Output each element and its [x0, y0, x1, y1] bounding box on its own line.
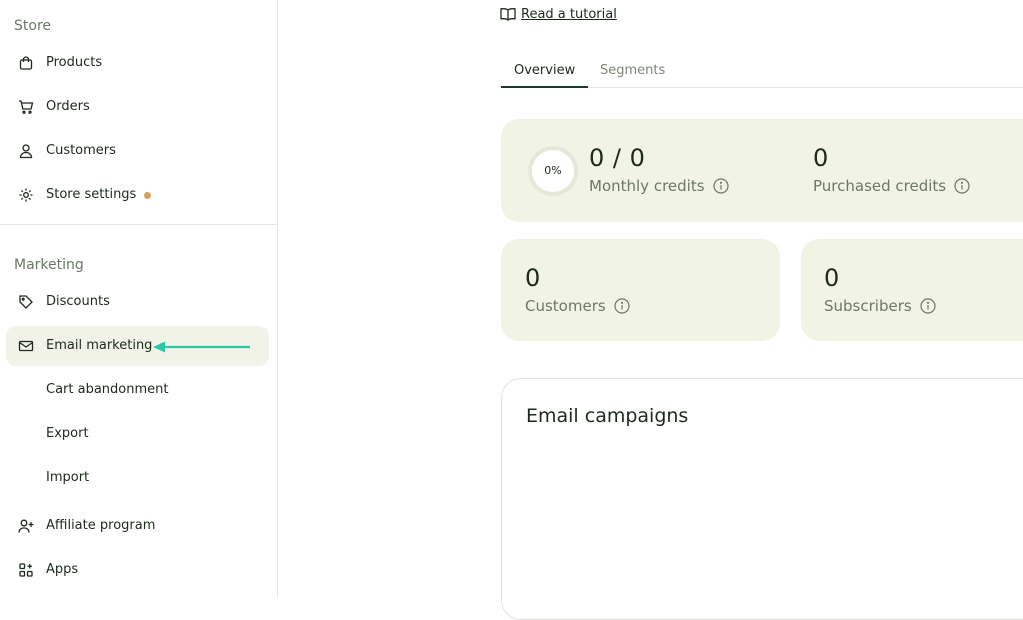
- tutorial-label: Read a tutorial: [521, 6, 617, 22]
- subscribers-card: 0 Subscribers: [801, 239, 1023, 341]
- sidebar-item-export[interactable]: Export: [6, 414, 269, 454]
- email-campaigns-title: Email campaigns: [526, 405, 689, 427]
- monthly-credits-text: Monthly credits: [589, 177, 705, 195]
- subscribers-value: 0: [824, 264, 840, 292]
- gear-icon: [19, 188, 33, 202]
- sidebar-item-label: Discounts: [46, 294, 110, 309]
- sidebar-item-label: Export: [46, 426, 89, 441]
- user-icon: [19, 144, 33, 159]
- cart-icon: [19, 100, 34, 114]
- sidebar-item-label: Customers: [46, 143, 116, 158]
- pointer-arrow-icon: [153, 341, 250, 353]
- marketing-section-title: Marketing: [14, 257, 84, 273]
- sidebar-item-label: Email marketing: [46, 338, 153, 353]
- purchased-credits-value: 0: [813, 144, 829, 172]
- customers-value: 0: [525, 264, 541, 292]
- email-campaigns-panel: Email campaigns: [501, 378, 1023, 620]
- credits-percent: 0%: [544, 164, 562, 177]
- mail-icon: [18, 340, 34, 352]
- sidebar-item-label: Apps: [46, 562, 79, 577]
- purchased-credits-label: Purchased credits: [813, 177, 970, 195]
- sidebar-item-orders[interactable]: Orders: [6, 87, 269, 127]
- book-icon: [500, 8, 516, 21]
- user-plus-icon: [18, 519, 34, 533]
- customers-text: Customers: [525, 297, 606, 315]
- sidebar-item-apps[interactable]: Apps: [6, 550, 269, 590]
- tag-icon: [19, 295, 33, 309]
- sidebar: Store Products Orders Customers Store se…: [0, 0, 278, 598]
- credits-card: 0% 0 / 0 Monthly credits 0 Purchased cre…: [501, 119, 1023, 222]
- monthly-credits-label: Monthly credits: [589, 177, 729, 195]
- sidebar-item-discounts[interactable]: Discounts: [6, 282, 269, 322]
- sidebar-item-label: Store settings: [46, 187, 137, 202]
- tab-overview[interactable]: Overview: [501, 63, 589, 88]
- shopping-bag-icon: [19, 56, 33, 70]
- monthly-credits-value: 0 / 0: [589, 144, 646, 172]
- info-icon[interactable]: [954, 178, 970, 194]
- sidebar-item-store-settings[interactable]: Store settings: [6, 175, 269, 215]
- info-icon[interactable]: [920, 298, 936, 314]
- read-tutorial-link[interactable]: Read a tutorial: [500, 5, 617, 23]
- customers-card: 0 Customers: [501, 239, 780, 341]
- info-icon[interactable]: [712, 178, 729, 194]
- sidebar-item-label: Cart abandonment: [46, 382, 169, 397]
- sidebar-divider: [0, 224, 277, 225]
- sidebar-item-label: Import: [46, 470, 90, 485]
- store-section-title: Store: [14, 18, 52, 34]
- sidebar-item-label: Products: [46, 55, 103, 70]
- sidebar-item-import[interactable]: Import: [6, 458, 269, 498]
- notification-dot: [144, 192, 151, 199]
- sidebar-item-cart-abandonment[interactable]: Cart abandonment: [6, 370, 269, 410]
- sidebar-item-label: Orders: [46, 99, 90, 114]
- subscribers-label: Subscribers: [824, 297, 936, 315]
- sidebar-item-customers[interactable]: Customers: [6, 131, 269, 171]
- sidebar-item-label: Affiliate program: [46, 518, 156, 533]
- info-icon[interactable]: [614, 298, 630, 314]
- tab-segments[interactable]: Segments: [600, 63, 665, 84]
- sidebar-item-products[interactable]: Products: [6, 43, 269, 83]
- sidebar-item-affiliate-program[interactable]: Affiliate program: [6, 506, 269, 546]
- subscribers-text: Subscribers: [824, 297, 912, 315]
- apps-grid-icon: [19, 563, 33, 577]
- tab-bar: Overview Segments: [501, 60, 1023, 88]
- customers-label: Customers: [525, 297, 630, 315]
- purchased-credits-text: Purchased credits: [813, 177, 947, 195]
